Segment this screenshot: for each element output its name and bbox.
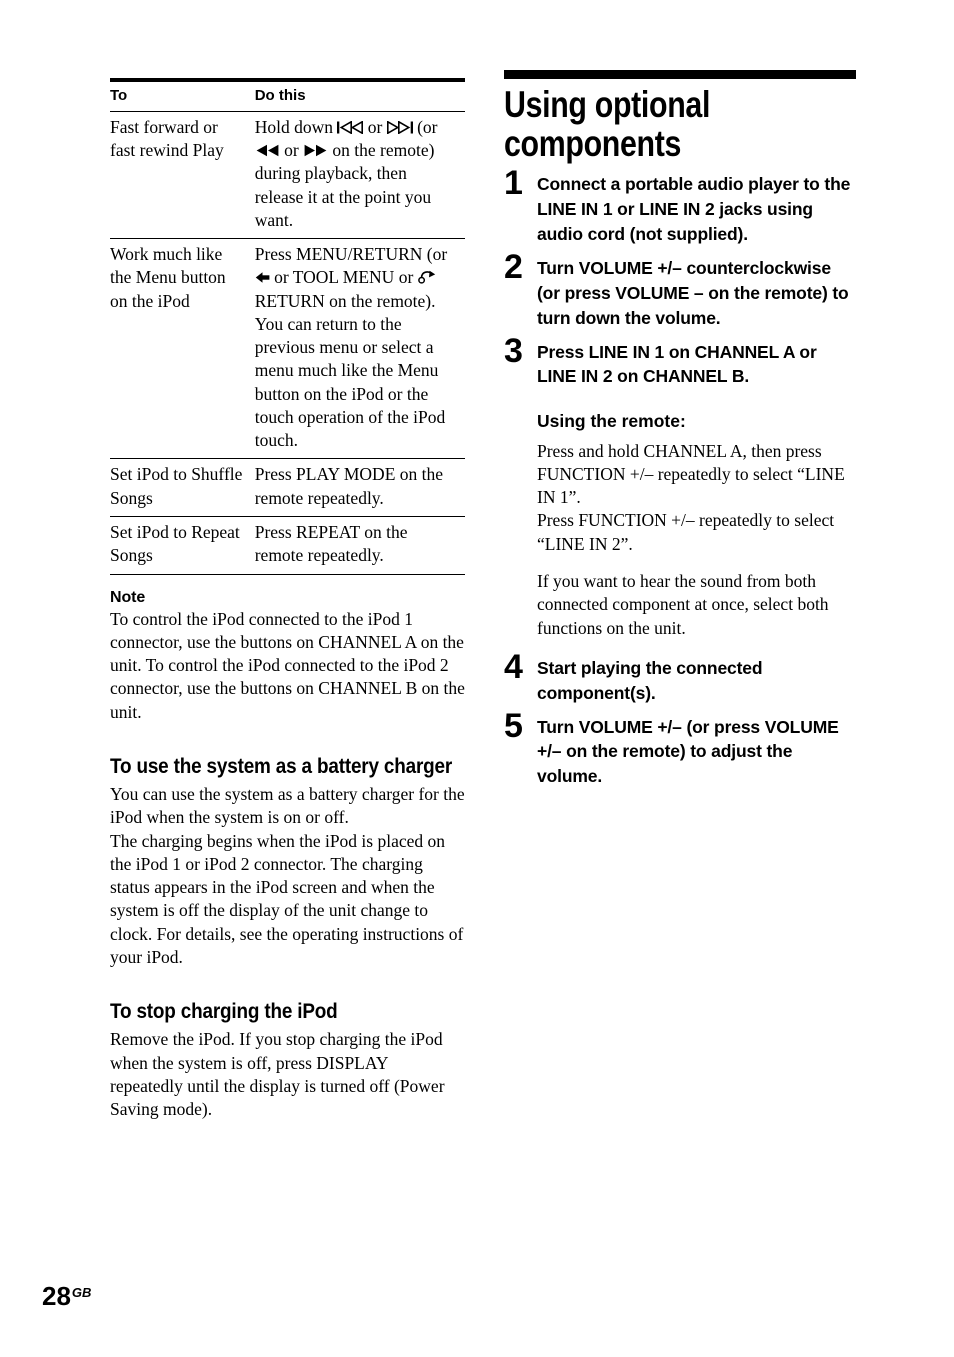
page-number-value: 28	[42, 1281, 71, 1311]
prev-track-icon	[337, 120, 364, 134]
page-title: Using optional components	[504, 84, 711, 165]
table-row: Set iPod to Repeat Songs Press REPEAT on…	[110, 516, 465, 575]
stop-charging-body: Remove the iPod. If you stop charging th…	[110, 1029, 445, 1120]
note-body: To control the iPod connected to the iPo…	[110, 608, 465, 722]
step-text: Turn VOLUME +/– (or press VOLUME +/– on …	[537, 716, 839, 787]
fast-forward-icon	[303, 144, 328, 157]
next-track-icon	[386, 120, 413, 134]
step-number: 1	[504, 164, 523, 203]
row-do-cell: Hold down or (or or on the remote) durin…	[255, 111, 465, 238]
step-number: 4	[504, 647, 523, 686]
step-number: 5	[504, 706, 523, 745]
right-column: Using optional components 1 Connect a po…	[504, 70, 856, 789]
remote-paragraph-1: Press and hold CHANNEL A, then press FUN…	[537, 440, 845, 554]
step-text: Start playing the connected component(s)…	[537, 657, 763, 703]
row-to-cell: Work much like the Menu button on the iP…	[110, 238, 255, 459]
row-to-cell: Fast forward or fast rewind Play	[110, 116, 224, 161]
table-body: Fast forward or fast rewind Play Hold do…	[110, 111, 465, 575]
remote-paragraph-2: If you want to hear the sound from both …	[537, 571, 829, 638]
step-text: Connect a portable audio player to the L…	[537, 174, 851, 245]
do-text-mid2: (or	[412, 116, 438, 137]
row-do-cell: Press MENU/RETURN (or or TOOL MENU or RE…	[254, 238, 465, 459]
table-row: Fast forward or fast rewind Play Hold do…	[110, 111, 465, 238]
left-arrow-icon	[255, 271, 270, 284]
battery-charger-body: You can use the system as a battery char…	[110, 784, 465, 967]
column-header-do-this: Do this	[254, 80, 465, 112]
do-text-mid1: or	[363, 116, 387, 137]
page-number: 28GB	[42, 1283, 91, 1309]
table-header: To Do this	[110, 80, 465, 112]
stop-charging-heading: To stop charging the iPod	[110, 999, 338, 1024]
battery-charger-heading: To use the system as a battery charger	[110, 753, 453, 778]
table-header-row: To Do this	[110, 80, 465, 112]
row-to-cell: Set iPod to Repeat Songs	[110, 516, 255, 575]
table-row: Set iPod to Shuffle Songs Press PLAY MOD…	[110, 458, 465, 517]
step-5: 5 Turn VOLUME +/– (or press VOLUME +/– o…	[504, 709, 856, 790]
step-text: Press LINE IN 1 on CHANNEL A or LINE IN …	[537, 341, 817, 387]
column-header-to: To	[110, 80, 255, 112]
do-text-mid1: or TOOL MENU or	[269, 267, 418, 288]
step-3: 3 Press LINE IN 1 on CHANNEL A or LINE I…	[504, 334, 856, 390]
ipod-operations-table: To Do this Fast forward or fast rewind P…	[110, 78, 465, 575]
do-text-suffix: RETURN on the remote). You can return to…	[254, 290, 446, 451]
page-region-code: GB	[71, 1285, 92, 1300]
row-do-cell: Press PLAY MODE on the remote repeatedly…	[254, 458, 465, 517]
using-the-remote-heading: Using the remote:	[537, 411, 686, 432]
manual-page: To Do this Fast forward or fast rewind P…	[0, 0, 954, 1357]
row-to-cell: Set iPod to Shuffle Songs	[110, 458, 255, 517]
do-text-mid3: or	[279, 140, 304, 161]
step-text: Turn VOLUME +/– counterclockwise (or pre…	[537, 257, 849, 328]
step-4: 4 Start playing the connected component(…	[504, 650, 856, 706]
do-text-prefix: Press MENU/RETURN (or	[254, 244, 448, 265]
section-rule	[504, 70, 856, 79]
do-text-prefix: Hold down	[254, 116, 338, 137]
rewind-icon	[255, 144, 280, 157]
return-arrow-icon	[417, 270, 440, 284]
step-1: 1 Connect a portable audio player to the…	[504, 166, 856, 247]
table-row: Work much like the Menu button on the iP…	[110, 238, 465, 459]
step-number: 2	[504, 247, 523, 286]
note-heading: Note	[110, 588, 146, 606]
row-do-cell: Press REPEAT on the remote repeatedly.	[254, 516, 465, 575]
step-number: 3	[504, 331, 523, 370]
step-2: 2 Turn VOLUME +/– counterclockwise (or p…	[504, 250, 856, 331]
left-column: To Do this Fast forward or fast rewind P…	[110, 78, 465, 1121]
